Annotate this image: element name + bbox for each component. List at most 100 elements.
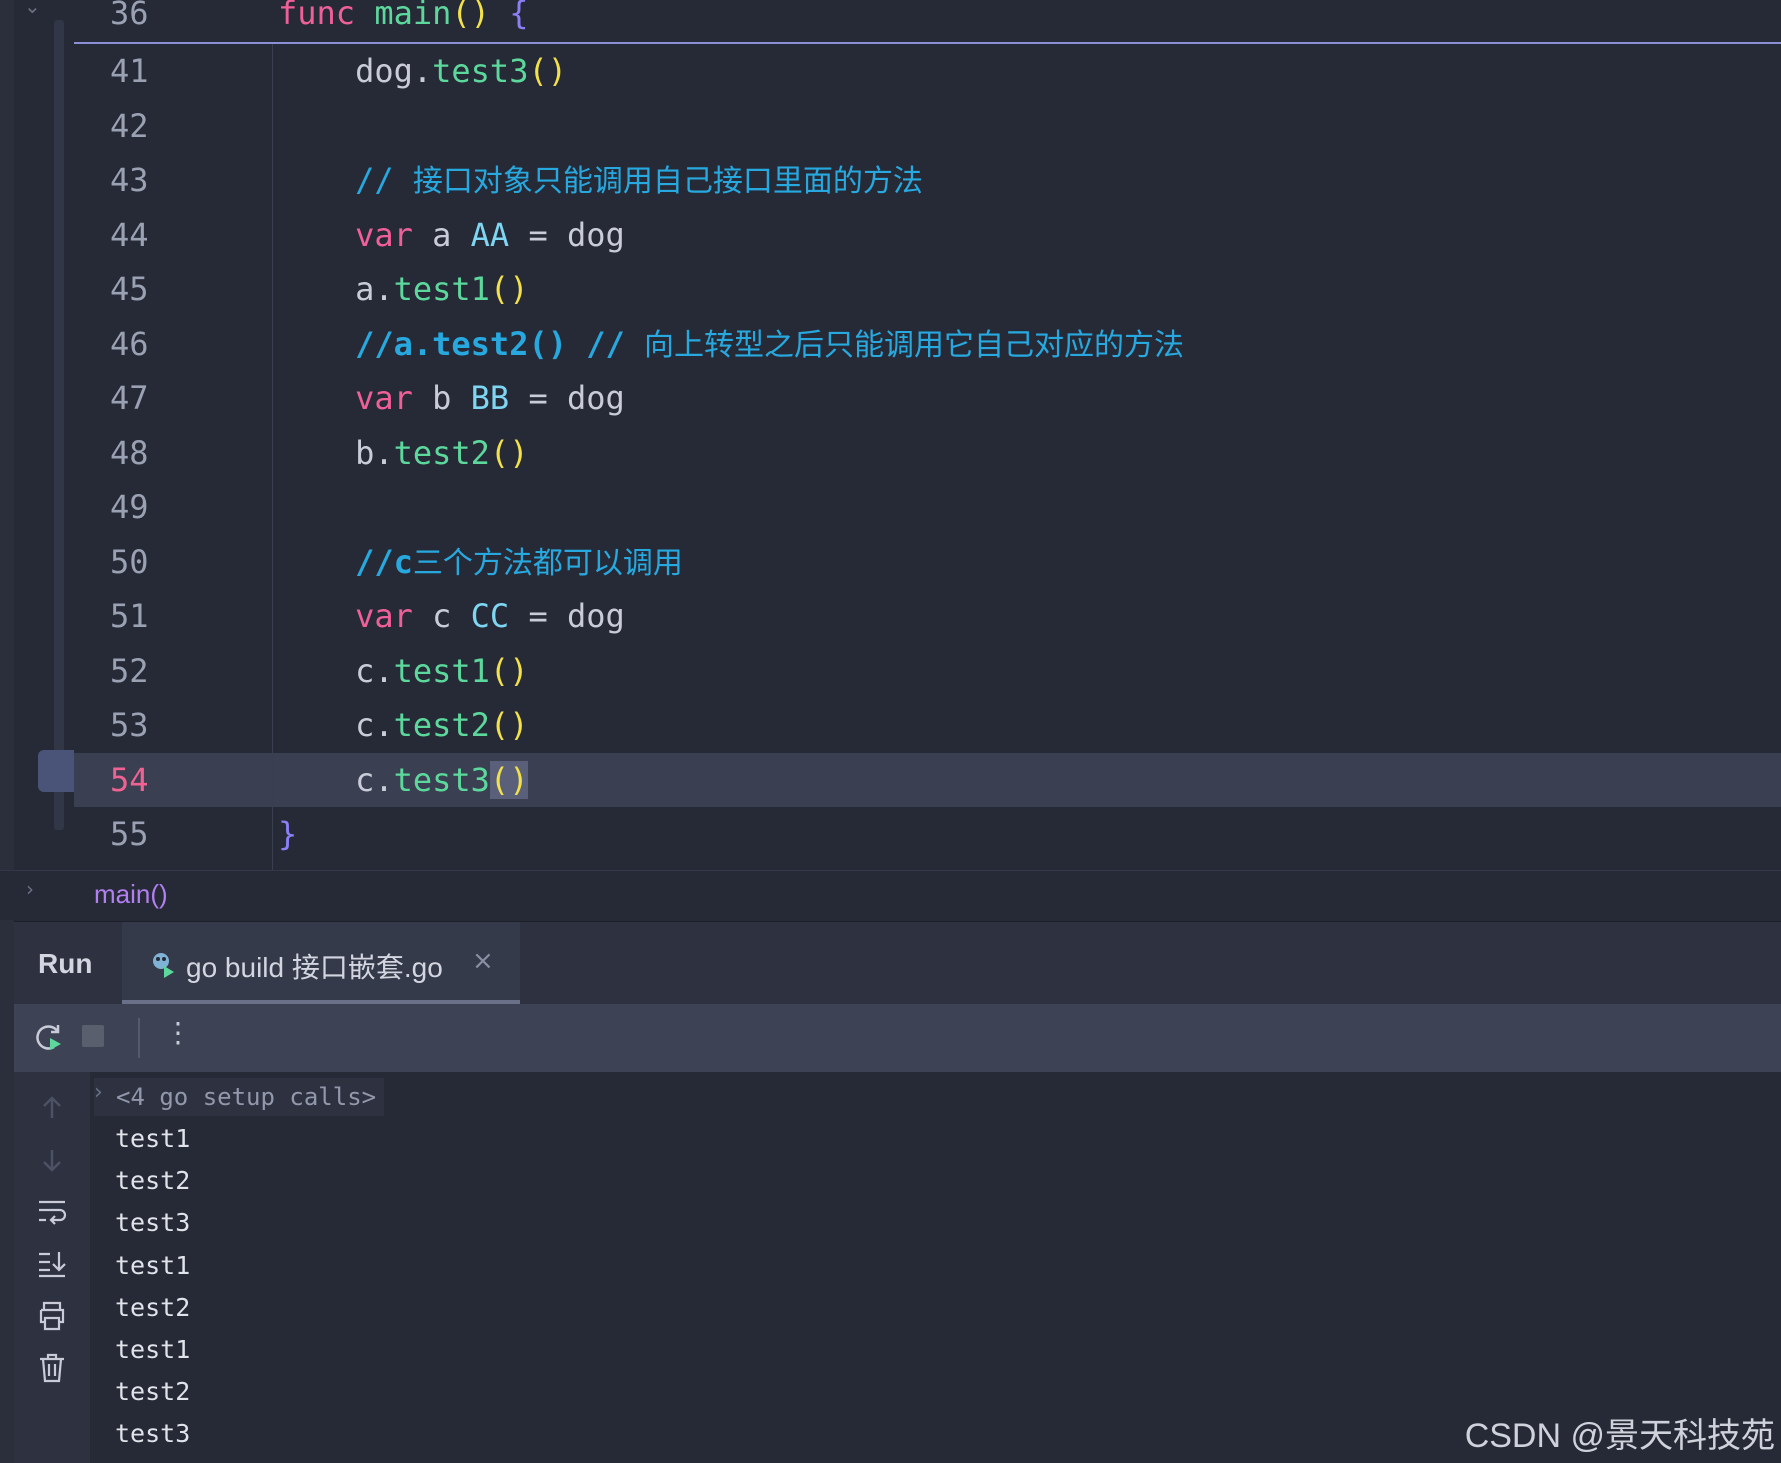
line-code: var a AA = dog (278, 208, 625, 262)
line-number[interactable]: 55 (110, 807, 190, 861)
code-token: b (412, 379, 471, 417)
code-token: var (355, 379, 413, 417)
code-line[interactable]: 45 a.test1() (74, 262, 1781, 316)
run-panel-header: Run go build 接口嵌套.go × (14, 921, 1781, 1005)
line-number[interactable]: 43 (110, 153, 190, 207)
rerun-icon[interactable] (34, 1022, 64, 1052)
code-token: main (374, 0, 452, 32)
arrow-down-icon[interactable] (36, 1144, 68, 1176)
chevron-down-icon[interactable]: ⌄ (24, 0, 41, 18)
code-line[interactable]: 50 //c三个方法都可以调用 (74, 535, 1781, 589)
line-number[interactable]: 46 (110, 317, 190, 371)
code-token: CC (470, 597, 510, 635)
line-number[interactable]: 52 (110, 644, 190, 698)
indent-guide (272, 42, 273, 870)
setup-calls-label: <4 go setup calls> (116, 1083, 377, 1111)
code-token: () (451, 0, 490, 32)
sticky-line-number: 36 (110, 0, 149, 32)
line-code: // 接口对象只能调用自己接口里面的方法 (278, 153, 923, 209)
line-code: var c CC = dog (278, 589, 625, 643)
code-token: var (355, 597, 413, 635)
sticky-function-header[interactable]: 36 func main() { (74, 0, 1781, 44)
code-token: () (489, 706, 529, 744)
soft-wrap-icon[interactable] (36, 1196, 68, 1228)
arrow-up-icon[interactable] (36, 1092, 68, 1124)
run-config-tab-label: go build 接口嵌套.go (186, 952, 443, 983)
line-number[interactable]: 47 (110, 371, 190, 425)
line-number[interactable]: 50 (110, 535, 190, 589)
line-number[interactable]: 41 (110, 44, 190, 98)
console-line: test2 (115, 1292, 191, 1322)
console-line: test1 (115, 1124, 191, 1153)
sticky-line-code: func main() { (278, 0, 528, 34)
line-number[interactable]: 44 (110, 208, 190, 262)
line-number[interactable]: 48 (110, 426, 190, 480)
line-code: var b BB = dog (278, 371, 625, 425)
line-code: a.test1() (278, 262, 528, 316)
line-number[interactable]: 45 (110, 262, 190, 316)
code-token: c. (278, 706, 394, 744)
breadcrumb-item-main[interactable]: main() (94, 879, 168, 910)
code-line[interactable]: 48 b.test2() (74, 426, 1781, 480)
chevron-right-icon[interactable]: › (26, 877, 34, 901)
code-line[interactable]: 49 (74, 480, 1781, 534)
code-line[interactable]: 46 //a.test2() // 向上转型之后只能调用它自己对应的方法 (74, 317, 1781, 371)
code-line[interactable]: 55} (74, 807, 1781, 861)
code-token: () (489, 651, 529, 690)
console-output[interactable]: › <4 go setup calls> test1 test2 test3 test… (90, 1072, 1781, 1463)
editor-gutter: ⌄ (14, 0, 74, 919)
code-line[interactable]: 52 c.test1() (74, 644, 1781, 698)
line-number[interactable]: 54 (110, 753, 190, 807)
code-token: { (509, 0, 529, 32)
code-line[interactable]: 54 c.test3() (74, 752, 1781, 807)
code-line[interactable]: 53 c.test2() (74, 698, 1781, 752)
code-token: dog. (278, 52, 433, 90)
code-token: test3 (393, 760, 490, 799)
tool-window-strip (0, 0, 15, 1463)
line-code: dog.test3() (278, 44, 567, 98)
code-line[interactable]: 41 dog.test3() (74, 44, 1781, 98)
console-line: test3 (115, 1419, 191, 1449)
code-line[interactable]: 42 (74, 99, 1781, 153)
code-line[interactable]: 51 var c CC = dog (74, 589, 1781, 643)
code-token: //c (278, 542, 413, 581)
line-code: } (278, 807, 297, 861)
code-token: 接口对象只能调用自己接口里面的方法 (412, 164, 923, 199)
run-panel-title: Run (38, 948, 93, 979)
console-side-toolbar (14, 1072, 90, 1463)
code-line[interactable]: 43 // 接口对象只能调用自己接口里面的方法 (74, 153, 1781, 207)
line-number[interactable]: 42 (110, 99, 190, 153)
console-line: test1 (115, 1250, 191, 1280)
scroll-to-end-icon[interactable] (36, 1248, 68, 1280)
code-token: c. (278, 760, 394, 799)
code-line[interactable]: 47 var b BB = dog (74, 371, 1781, 425)
code-token: test2 (393, 706, 490, 744)
code-token: BB (470, 379, 510, 417)
code-token: () (528, 52, 567, 90)
trash-icon[interactable] (36, 1352, 68, 1384)
line-number[interactable]: 49 (110, 480, 190, 534)
code-token: // (278, 161, 413, 199)
code-token: = dog (509, 597, 625, 635)
print-icon[interactable] (36, 1300, 68, 1332)
gutter-scroll-track[interactable] (54, 20, 64, 830)
go-file-icon (153, 953, 174, 978)
setup-calls-fold[interactable]: <4 go setup calls> (94, 1078, 385, 1116)
code-line[interactable]: 44 var a AA = dog (74, 208, 1781, 262)
code-token: = dog (509, 379, 625, 417)
code-token: 三个方法都可以调用 (412, 545, 683, 581)
chevron-right-icon[interactable]: › (94, 1080, 103, 1105)
code-token: a. (278, 270, 394, 308)
run-config-tab[interactable]: go build 接口嵌套.go × (122, 922, 520, 1004)
line-number[interactable]: 51 (110, 589, 190, 643)
current-line-marker (38, 750, 74, 792)
line-number[interactable]: 53 (110, 698, 190, 752)
line-code: c.test2() (278, 698, 528, 752)
close-icon[interactable]: × (472, 946, 494, 976)
stop-icon[interactable] (82, 1025, 104, 1047)
code-editor[interactable]: 41 dog.test3() 42 43 // 接口对象只能调用自己接口里面的方法 4… (74, 0, 1781, 870)
more-icon[interactable]: ⋮ (164, 1016, 192, 1049)
console-line: test3 (115, 1208, 191, 1238)
